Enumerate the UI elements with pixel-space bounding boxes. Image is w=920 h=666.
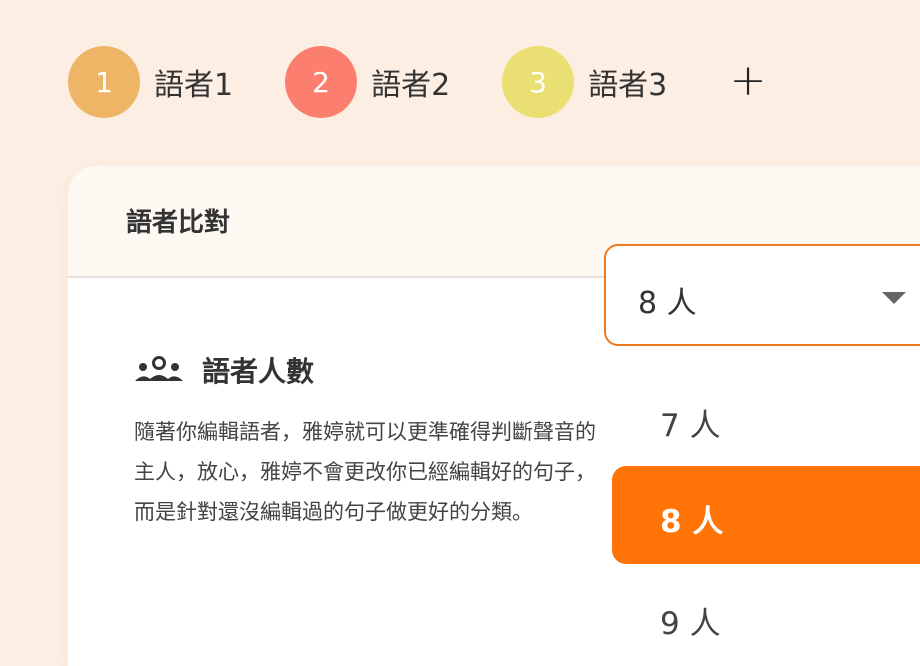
dropdown-option[interactable]: 7 人 — [604, 370, 920, 468]
section-description: 隨著你編輯語者，雅婷就可以更準確得判斷聲音的主人，放心，雅婷不會更改你已經編輯好… — [134, 420, 596, 524]
speaker-3[interactable]: 3 語者3 — [502, 46, 667, 118]
speaker-1[interactable]: 1 語者1 — [68, 46, 233, 118]
select-value: 8 人 — [638, 286, 697, 321]
option-label: 8 人 — [660, 504, 724, 540]
section-title: 語者人數 — [202, 355, 315, 388]
option-label: 7 人 — [660, 408, 721, 444]
speaker-count-dropdown: 7 人 8 人 9 人 — [604, 358, 920, 658]
dropdown-option-selected[interactable]: 8 人 — [612, 466, 920, 564]
dropdown-option[interactable]: 9 人 — [604, 568, 920, 666]
speaker-list: 1 語者1 2 語者2 3 語者3 — [68, 46, 719, 118]
speaker-label: 語者3 — [588, 68, 668, 103]
speaker-number-badge: 3 — [502, 46, 575, 118]
speaker-label: 語者2 — [371, 68, 451, 103]
people-icon — [135, 356, 183, 381]
speaker-2[interactable]: 2 語者2 — [285, 46, 450, 118]
speaker-number-badge: 2 — [285, 46, 358, 118]
speaker-count-select[interactable]: 8 人 — [604, 244, 920, 346]
speaker-number-badge: 1 — [68, 46, 140, 118]
speaker-label: 語者1 — [154, 68, 234, 103]
add-speaker-button[interactable]: + — [728, 58, 768, 104]
speaker-count-heading: 語者人數 — [134, 350, 314, 390]
plus-icon: + — [729, 55, 767, 106]
option-label: 9 人 — [660, 606, 721, 642]
card-title: 語者比對 — [126, 208, 231, 238]
caret-down-icon — [882, 292, 906, 304]
